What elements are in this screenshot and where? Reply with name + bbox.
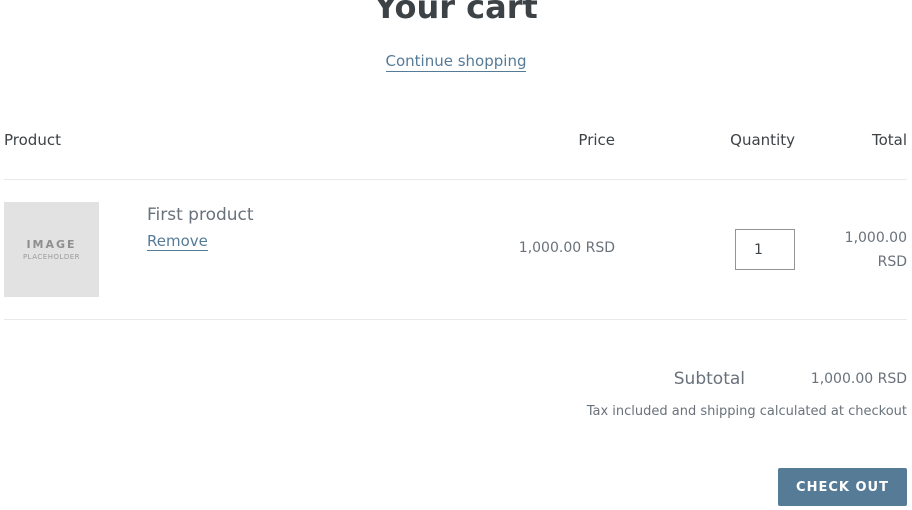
header-product: Product: [4, 131, 61, 149]
placeholder-text-subtitle: PLACEHOLDER: [22, 253, 81, 261]
product-price: 1,000.00 RSD: [518, 240, 615, 256]
remove-link[interactable]: Remove: [147, 232, 208, 251]
cart-page: Your cart Continue shopping Product Pric…: [0, 0, 912, 510]
remove-container: Remove: [147, 232, 208, 251]
tax-shipping-note: Tax included and shipping calculated at …: [586, 404, 907, 419]
continue-shopping-link[interactable]: Continue shopping: [385, 52, 527, 72]
quantity-input[interactable]: [735, 229, 795, 270]
placeholder-text-image: IMAGE: [26, 238, 77, 251]
page-title: Your cart: [374, 0, 538, 26]
product-image-placeholder[interactable]: IMAGE PLACEHOLDER: [4, 202, 99, 297]
header-total: Total: [871, 131, 907, 149]
product-name[interactable]: First product: [147, 205, 254, 225]
continue-shopping-container: Continue shopping: [0, 52, 912, 72]
subtotal-value: 1,000.00 RSD: [810, 371, 907, 387]
subtotal-label: Subtotal: [673, 369, 745, 389]
table-divider-top: [4, 179, 907, 180]
checkout-button[interactable]: CHECK OUT: [778, 468, 907, 506]
header-quantity: Quantity: [730, 131, 795, 149]
line-total-currency: RSD: [877, 254, 907, 270]
table-divider-bottom: [4, 319, 907, 320]
header-price: Price: [578, 131, 615, 149]
line-total-amount: 1,000.00: [844, 230, 907, 246]
line-total: 1,000.00 RSD: [845, 226, 907, 274]
